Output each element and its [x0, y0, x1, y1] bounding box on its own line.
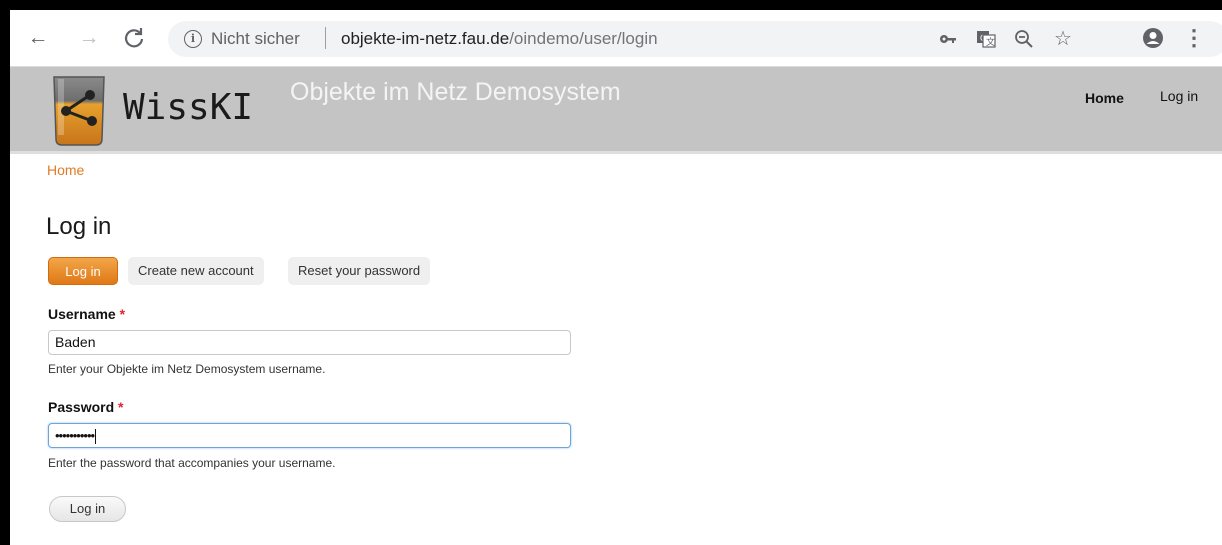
username-label-text: Username [48, 306, 116, 322]
username-input[interactable]: Baden [48, 330, 571, 355]
logo-text[interactable]: WissKI [123, 87, 253, 128]
key-icon[interactable] [938, 29, 958, 49]
browser-toolbar: ← → i Nicht sicher objekte-im-netz.fau.d… [10, 10, 1222, 67]
reload-icon[interactable] [120, 24, 148, 52]
username-description: Enter your Objekte im Netz Demosystem us… [48, 362, 326, 376]
url-separator [325, 27, 326, 49]
back-icon[interactable]: ← [24, 24, 52, 52]
required-marker: * [119, 306, 126, 322]
nav-link-home[interactable]: Home [1085, 90, 1124, 106]
url-path: /oindemo/user/login [509, 29, 658, 48]
site-name[interactable]: Objekte im Netz Demosystem [290, 78, 621, 107]
browser-window: ← → i Nicht sicher objekte-im-netz.fau.d… [10, 10, 1222, 545]
security-indicator[interactable]: Nicht sicher [211, 29, 300, 49]
menu-icon[interactable]: ⋮ [1180, 24, 1208, 52]
tab-create-account[interactable]: Create new account [128, 257, 264, 285]
site-header: WissKI Objekte im Netz Demosystem Home L… [10, 67, 1222, 154]
password-description: Enter the password that accompanies your… [48, 456, 336, 470]
star-icon[interactable]: ☆ [1053, 29, 1073, 49]
url-text[interactable]: objekte-im-netz.fau.de/oindemo/user/logi… [341, 29, 658, 49]
svg-text:文: 文 [986, 36, 995, 47]
url-domain: objekte-im-netz.fau.de [341, 29, 510, 48]
tab-login[interactable]: Log in [48, 257, 118, 285]
translate-icon[interactable]: G文 [976, 29, 996, 49]
login-submit-button[interactable]: Log in [49, 496, 126, 522]
account-icon[interactable] [1139, 24, 1167, 52]
nav-link-login[interactable]: Log in [1160, 88, 1198, 104]
logo-icon[interactable] [50, 73, 108, 149]
password-label: Password * [48, 399, 123, 415]
zoom-out-icon[interactable] [1014, 29, 1034, 49]
address-bar[interactable]: i Nicht sicher objekte-im-netz.fau.de/oi… [168, 21, 1222, 57]
password-label-text: Password [48, 399, 115, 415]
breadcrumb-home[interactable]: Home [47, 162, 84, 178]
text-caret [95, 428, 97, 444]
username-value: Baden [55, 334, 96, 350]
page-title: Log in [46, 213, 112, 240]
password-value: ••••••••••• [55, 428, 95, 443]
username-label: Username * [48, 306, 125, 322]
info-icon[interactable]: i [184, 30, 202, 48]
password-input[interactable]: ••••••••••• [48, 423, 571, 448]
required-marker: * [118, 399, 124, 415]
forward-icon[interactable]: → [75, 24, 103, 52]
tab-reset-password[interactable]: Reset your password [288, 257, 431, 285]
